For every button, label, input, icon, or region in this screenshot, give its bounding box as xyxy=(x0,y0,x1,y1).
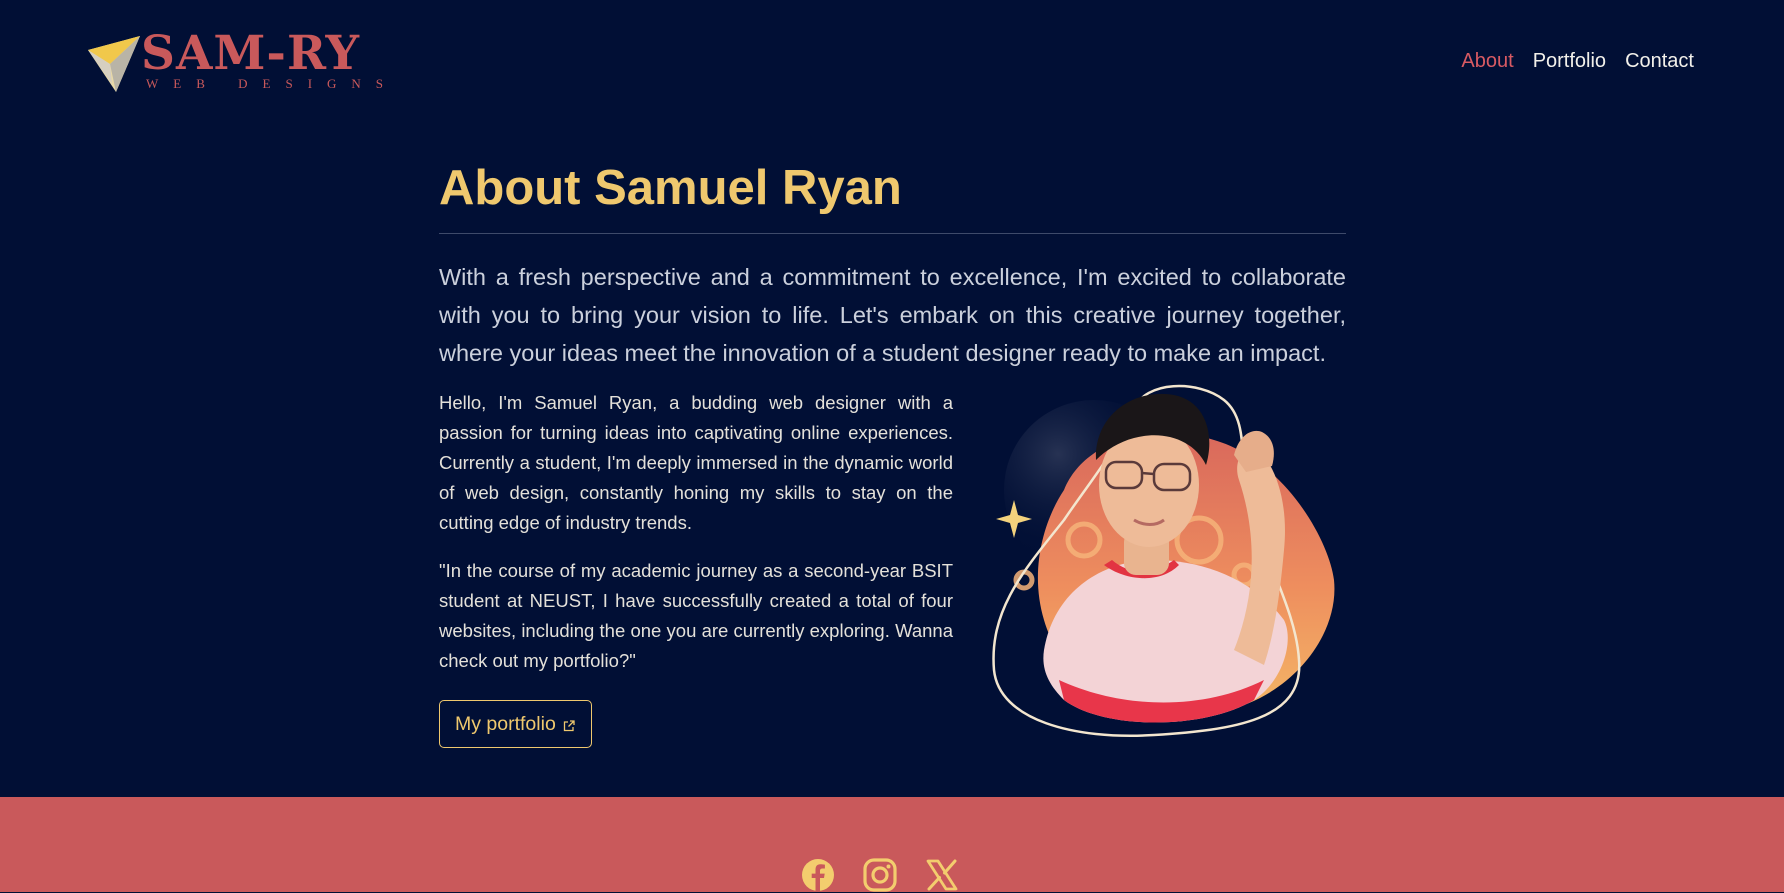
page-title: About Samuel Ryan xyxy=(439,161,902,215)
title-divider xyxy=(439,233,1346,234)
about-content: Hello, I'm Samuel Ryan, a budding web de… xyxy=(439,384,1346,768)
social-links xyxy=(800,857,960,893)
nav-portfolio-link[interactable]: Portfolio xyxy=(1533,50,1606,73)
profile-illustration xyxy=(992,384,1335,737)
site-header: SAM-RY WEB DESIGNS About Portfolio Conta… xyxy=(0,0,1784,130)
nav-contact-link[interactable]: Contact xyxy=(1625,50,1694,73)
x-twitter-icon[interactable] xyxy=(924,857,960,893)
journey-paragraph: "In the course of my academic journey as… xyxy=(439,560,953,671)
intro-paragraph: Hello, I'm Samuel Ryan, a budding web de… xyxy=(439,392,953,533)
my-portfolio-label: My portfolio xyxy=(455,712,556,735)
about-text-column: Hello, I'm Samuel Ryan, a budding web de… xyxy=(439,388,953,748)
nav-about-link[interactable]: About xyxy=(1461,50,1513,73)
profile-photo xyxy=(984,380,1354,750)
lead-paragraph: With a fresh perspective and a commitmen… xyxy=(439,264,1346,366)
brand-logo[interactable]: SAM-RY WEB DESIGNS xyxy=(86,26,383,96)
facebook-icon[interactable] xyxy=(800,857,836,893)
site-footer xyxy=(0,797,1784,892)
about-section: About Samuel Ryan With a fresh perspecti… xyxy=(439,160,1346,768)
my-portfolio-button[interactable]: My portfolio xyxy=(439,700,592,748)
external-link-icon xyxy=(563,720,575,732)
paper-plane-icon xyxy=(88,36,140,92)
brand-name: SAM-RY xyxy=(141,26,361,81)
main-nav: About Portfolio Contact xyxy=(1461,50,1694,73)
instagram-icon[interactable] xyxy=(862,857,898,893)
brand-tagline: WEB DESIGNS xyxy=(146,76,399,91)
